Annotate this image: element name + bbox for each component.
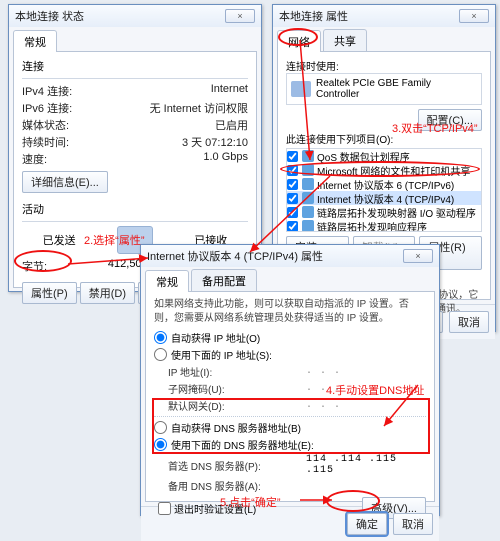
ipv4-titlebar: Internet 协议版本 4 (TCP/IPv4) 属性 ×: [141, 245, 439, 267]
bytes-label: 字节:: [22, 258, 102, 274]
tab-general[interactable]: 常规: [13, 30, 57, 52]
manual-ip-label: 使用下面的 IP 地址(S):: [171, 347, 272, 362]
list-item[interactable]: Internet 协议版本 6 (TCP/IPv6): [287, 177, 481, 191]
tab-alternate[interactable]: 备用配置: [191, 269, 257, 291]
checkbox[interactable]: [287, 165, 298, 176]
cancel-button[interactable]: 取消: [449, 311, 489, 333]
conn-title: 本地连接 属性: [279, 8, 348, 24]
conn-titlebar: 本地连接 属性 ×: [273, 5, 495, 27]
activity-heading: 活动: [22, 201, 248, 217]
mask-label: 子网掩码(U):: [154, 381, 306, 396]
ipv6-label: IPv6 连接:: [22, 100, 102, 116]
ipv4-intro: 如果网络支持此功能，则可以获取自动指派的 IP 设置。否则，您需要从网络系统管理…: [154, 298, 426, 326]
protocol-list: QoS 数据包计划程序 Microsoft 网络的文件和打印机共享 Intern…: [286, 148, 482, 232]
dur-value: 3 天 07:12:10: [102, 134, 248, 150]
speed-label: 速度:: [22, 151, 102, 167]
manual-dns-label: 使用下面的 DNS 服务器地址(E):: [171, 437, 314, 452]
gw-value: . . .: [306, 400, 426, 411]
status-titlebar: 本地连接 状态 ×: [9, 5, 261, 27]
ipv4-value: Internet: [102, 83, 248, 99]
ipv4-label: IPv4 连接:: [22, 83, 102, 99]
connect-using-label: 连接时使用:: [286, 58, 482, 73]
ip-value: . . .: [306, 366, 426, 377]
nic-icon: [291, 81, 311, 97]
protocol-icon: [302, 192, 314, 204]
auto-ip-radio[interactable]: [154, 331, 167, 344]
protocol-icon: [302, 206, 314, 218]
adapter-name: Realtek PCIe GBE Family Controller: [316, 78, 477, 100]
auto-ip-label: 自动获得 IP 地址(O): [171, 330, 260, 345]
details-button[interactable]: 详细信息(E)...: [22, 171, 108, 193]
ipv4-ok-button[interactable]: 确定: [347, 513, 387, 535]
ipv6-value: 无 Internet 访问权限: [102, 100, 248, 116]
close-icon[interactable]: ×: [225, 9, 255, 23]
sent-label: 已发送: [43, 232, 76, 248]
dns1-label: 首选 DNS 服务器(P):: [154, 458, 306, 473]
list-item-tcpipv4[interactable]: Internet 协议版本 4 (TCP/IPv4): [287, 191, 481, 205]
properties-button[interactable]: 属性(P): [22, 282, 77, 304]
checkbox[interactable]: [287, 207, 298, 218]
media-value: 已启用: [102, 117, 248, 133]
connection-heading: 连接: [22, 58, 248, 74]
ipv4-cancel-button[interactable]: 取消: [393, 513, 433, 535]
dns1-value[interactable]: 114 .114 .115 .115: [306, 454, 426, 476]
tab-sharing[interactable]: 共享: [323, 29, 367, 51]
close-icon[interactable]: ×: [403, 249, 433, 263]
protocol-icon: [302, 164, 314, 176]
list-item[interactable]: 链路层拓扑发现映射器 I/O 驱动程序: [287, 205, 481, 219]
items-label: 此连接使用下列项目(O):: [286, 131, 482, 146]
manual-ip-radio[interactable]: [154, 348, 167, 361]
close-icon[interactable]: ×: [459, 9, 489, 23]
gw-label: 默认网关(D):: [154, 398, 306, 413]
dns2-label: 备用 DNS 服务器(A):: [154, 478, 306, 493]
ip-label: IP 地址(I):: [154, 364, 306, 379]
ipv4-title: Internet 协议版本 4 (TCP/IPv4) 属性: [147, 248, 323, 264]
list-item[interactable]: QoS 数据包计划程序: [287, 149, 481, 163]
dur-label: 持续时间:: [22, 134, 102, 150]
list-item[interactable]: Microsoft 网络的文件和打印机共享: [287, 163, 481, 177]
adapter-field: Realtek PCIe GBE Family Controller: [286, 73, 482, 105]
configure-button[interactable]: 配置(C)...: [418, 109, 482, 131]
manual-dns-radio[interactable]: [154, 438, 167, 451]
tab-network[interactable]: 网络: [277, 30, 321, 52]
protocol-icon: [302, 178, 314, 190]
speed-value: 1.0 Gbps: [102, 151, 248, 167]
checkbox[interactable]: [287, 221, 298, 232]
checkbox[interactable]: [287, 151, 298, 162]
auto-dns-radio[interactable]: [154, 421, 167, 434]
disable-button[interactable]: 禁用(D): [80, 282, 135, 304]
checkbox[interactable]: [287, 193, 298, 204]
protocol-icon: [302, 220, 314, 232]
validate-checkbox[interactable]: [158, 502, 171, 515]
auto-dns-label: 自动获得 DNS 服务器地址(B): [171, 420, 301, 435]
checkbox[interactable]: [287, 179, 298, 190]
validate-label: 退出时验证设置(L): [174, 501, 256, 516]
tab-general[interactable]: 常规: [145, 270, 189, 292]
media-label: 媒体状态:: [22, 117, 102, 133]
mask-value: . . .: [306, 383, 426, 394]
status-title: 本地连接 状态: [15, 8, 84, 24]
protocol-icon: [302, 150, 314, 162]
list-item[interactable]: 链路层拓扑发现响应程序: [287, 219, 481, 232]
